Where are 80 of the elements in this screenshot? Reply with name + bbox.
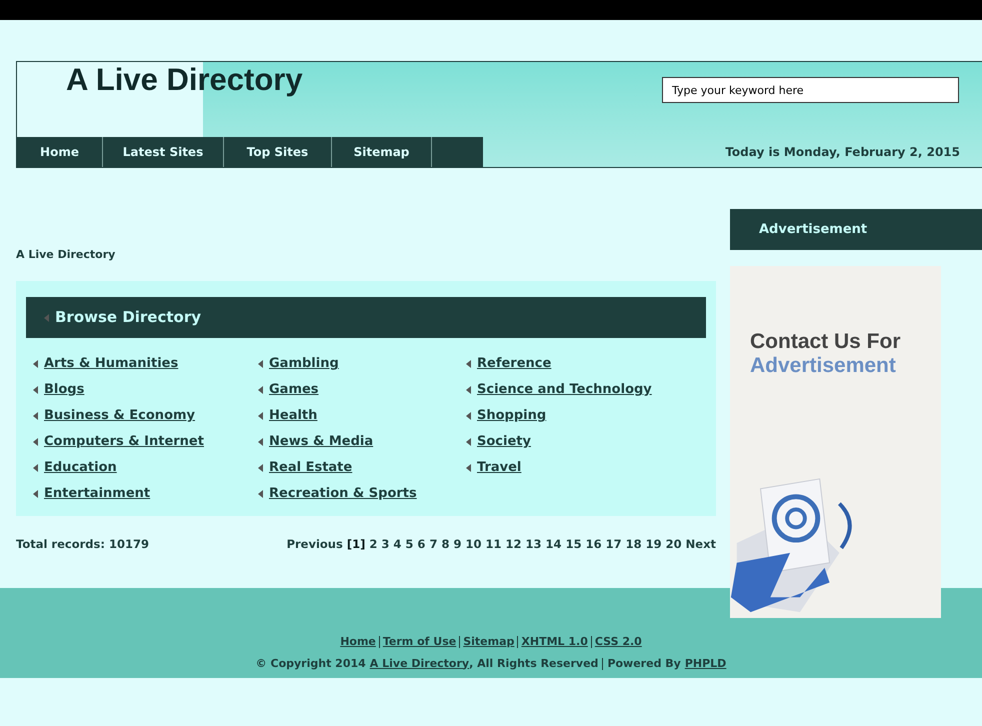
page-link[interactable]: 19 [646, 536, 662, 554]
page-link[interactable]: 13 [526, 536, 542, 554]
powered-link[interactable]: PHPLD [684, 656, 726, 672]
page-link[interactable]: 12 [506, 536, 522, 554]
category-link[interactable]: Blogs [44, 380, 84, 400]
nav-link[interactable]: Home [17, 137, 103, 167]
site-title: A Live Directory [66, 62, 303, 98]
arrow-icon [466, 438, 471, 446]
rights-text: , All Rights Reserved [469, 656, 598, 672]
page-link[interactable]: 20 [666, 536, 682, 554]
footer-link[interactable]: Term of Use [382, 634, 456, 650]
category-link[interactable]: Games [269, 380, 319, 400]
category-link[interactable]: Recreation & Sports [269, 484, 417, 504]
page-link[interactable]: 14 [546, 536, 562, 554]
arrow-icon [466, 360, 471, 368]
footer-link[interactable]: CSS 2.0 [594, 634, 642, 650]
category-link[interactable]: Real Estate [269, 458, 352, 478]
footer-link[interactable]: XHTML 1.0 [521, 634, 588, 650]
arrow-icon [466, 386, 471, 394]
sidebar-title: Advertisement [759, 220, 868, 239]
category-link[interactable]: Education [44, 458, 117, 478]
category-link[interactable]: Travel [477, 458, 522, 478]
total-records: Total records: 10179 [16, 536, 149, 553]
page-link[interactable]: 7 [429, 536, 438, 554]
category-link[interactable]: Entertainment [44, 484, 150, 504]
page-link[interactable]: 18 [626, 536, 642, 554]
breadcrumb: A Live Directory [16, 248, 116, 262]
arrow-icon [466, 464, 471, 472]
category-link[interactable]: Shopping [477, 406, 546, 426]
page-link[interactable]: 8 [441, 536, 450, 554]
previous-link[interactable]: Previous [286, 536, 343, 554]
arrow-icon [44, 314, 49, 322]
search-field[interactable]: Type your keyword here [662, 77, 959, 103]
footer-link[interactable]: Home [340, 634, 376, 650]
next-link[interactable]: Next [686, 536, 716, 554]
arrow-icon [466, 412, 471, 420]
page-link[interactable]: 17 [606, 536, 622, 554]
nav-link[interactable]: Latest Sites [103, 137, 224, 167]
page-link[interactable]: 9 [453, 536, 462, 554]
page-link[interactable]: 16 [586, 536, 602, 554]
page-link[interactable]: 6 [417, 536, 426, 554]
date-text: Today is Monday, February 2, 2015 [725, 144, 960, 161]
arrow-icon [33, 490, 38, 498]
ad-text: Advertisement [750, 354, 896, 378]
arrow-icon [33, 464, 38, 472]
arrow-icon [258, 438, 263, 446]
site-link[interactable]: A Live Directory [370, 656, 470, 672]
page-link[interactable]: [1] [346, 536, 366, 554]
page-link[interactable]: 11 [486, 536, 502, 554]
page-link[interactable]: 2 [369, 536, 378, 554]
arrow-icon [33, 386, 38, 394]
arrow-icon [258, 412, 263, 420]
page-link[interactable]: 10 [465, 536, 482, 554]
category-link[interactable]: Business & Economy [44, 406, 196, 426]
category-link[interactable]: News & Media [269, 432, 374, 452]
page-link[interactable]: 15 [566, 536, 582, 554]
category-link[interactable]: Science and Technology [477, 380, 652, 400]
arrow-icon [33, 438, 38, 446]
arrow-icon [33, 360, 38, 368]
category-link[interactable]: Computers & Internet [44, 432, 204, 452]
footer-link[interactable]: Sitemap [463, 634, 514, 650]
category-link[interactable]: Arts & Humanities [44, 354, 178, 374]
arrow-icon [258, 386, 263, 394]
arrow-icon [33, 412, 38, 420]
arrow-icon [258, 464, 263, 472]
nav-link[interactable]: Sitemap [332, 137, 432, 167]
page-link[interactable]: 5 [405, 536, 414, 554]
page-link[interactable]: 4 [393, 536, 402, 554]
category-link[interactable]: Society [477, 432, 531, 452]
page-link[interactable]: 3 [381, 536, 390, 554]
nav-link[interactable]: Top Sites [224, 137, 332, 167]
copyright-text: © Copyright 2014 [256, 656, 366, 672]
category-link[interactable]: Health [269, 406, 318, 426]
ad-text: Contact Us For [750, 330, 901, 354]
category-link[interactable]: Gambling [269, 354, 339, 374]
powered-text: Powered By [607, 656, 681, 672]
arrow-icon [258, 490, 263, 498]
arrow-icon [258, 360, 263, 368]
panel-title: Browse Directory [55, 307, 202, 328]
category-link[interactable]: Reference [477, 354, 552, 374]
